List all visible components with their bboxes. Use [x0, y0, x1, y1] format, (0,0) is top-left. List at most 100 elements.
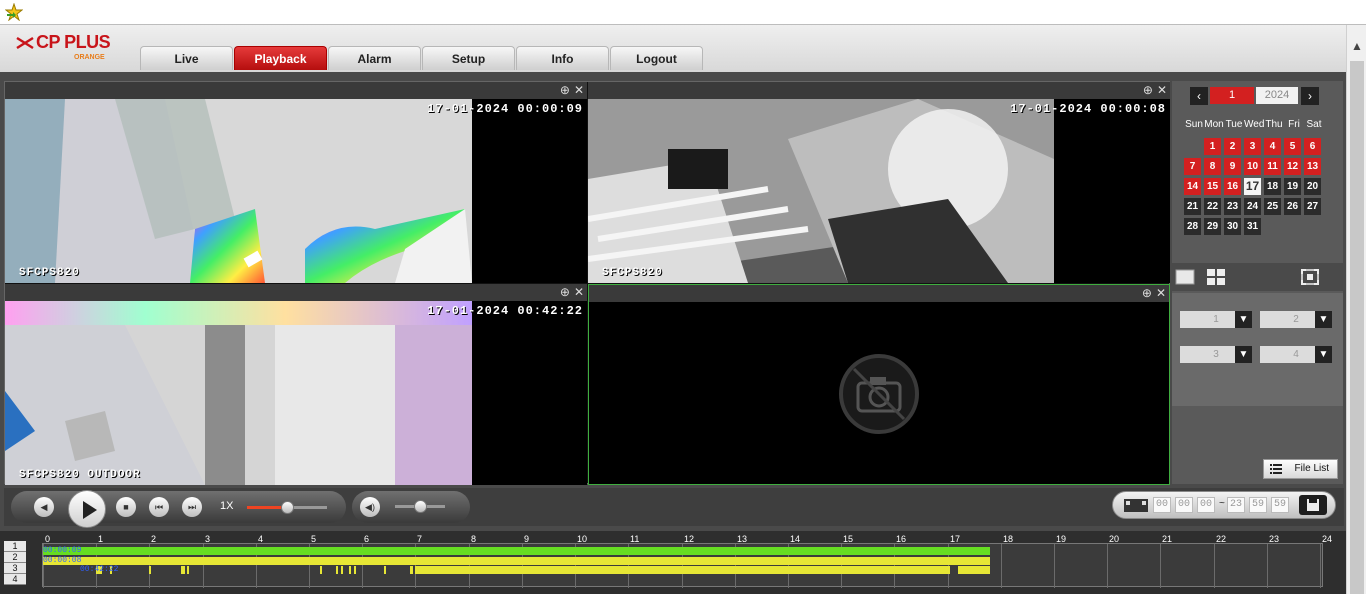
close-icon[interactable]: ✕: [574, 83, 584, 97]
tab-logout[interactable]: Logout: [610, 46, 703, 70]
timeline-track[interactable]: 00:00:09: [43, 547, 1324, 555]
zoom-icon[interactable]: ⊕: [560, 285, 570, 299]
stop-button[interactable]: ■: [116, 497, 136, 517]
calendar-day[interactable]: 24: [1244, 198, 1261, 215]
calendar-day[interactable]: 14: [1184, 178, 1201, 195]
next-frame-button[interactable]: ⏭: [182, 497, 202, 517]
calendar-day[interactable]: 29: [1204, 218, 1221, 235]
recording-segment[interactable]: [320, 566, 322, 574]
start-hour-field[interactable]: 00: [1153, 497, 1172, 513]
year-field[interactable]: 2024: [1256, 87, 1298, 104]
video-pane-3[interactable]: ⊕ ✕ 17-01-2024 00:42:22 SFCPS820 OUTDOOR: [5, 284, 587, 485]
zoom-icon[interactable]: ⊕: [1142, 286, 1152, 300]
calendar-day[interactable]: 23: [1224, 198, 1241, 215]
calendar-day[interactable]: 30: [1224, 218, 1241, 235]
close-icon[interactable]: ✕: [574, 285, 584, 299]
calendar-day[interactable]: 1: [1204, 138, 1221, 155]
fullscreen-icon[interactable]: [1300, 268, 1320, 286]
calendar-day[interactable]: 4: [1264, 138, 1281, 155]
end-hour-field[interactable]: 23: [1227, 497, 1246, 513]
recording-segment[interactable]: [43, 556, 990, 565]
page-scrollbar[interactable]: ▲: [1346, 25, 1366, 594]
single-view-icon[interactable]: [1175, 268, 1195, 286]
calendar-day[interactable]: 13: [1304, 158, 1321, 175]
calendar-day[interactable]: 18: [1264, 178, 1281, 195]
close-icon[interactable]: ✕: [1156, 286, 1166, 300]
calendar-day[interactable]: 15: [1204, 178, 1221, 195]
quad-view-icon[interactable]: [1206, 268, 1226, 286]
calendar-day[interactable]: 2: [1224, 138, 1241, 155]
chevron-down-icon[interactable]: ▼: [1315, 346, 1332, 363]
recording-segment[interactable]: [43, 547, 990, 555]
zoom-icon[interactable]: ⊕: [1143, 83, 1153, 97]
recording-segment[interactable]: [187, 566, 189, 574]
zoom-icon[interactable]: ⊕: [560, 83, 570, 97]
calendar-day[interactable]: 9: [1224, 158, 1241, 175]
recording-segment[interactable]: [415, 566, 950, 574]
channel-select-3[interactable]: 3 ▼: [1180, 346, 1252, 363]
scroll-up-icon[interactable]: ▲: [1350, 39, 1364, 53]
video-pane-4[interactable]: ⊕ ✕: [588, 284, 1170, 485]
tab-setup[interactable]: Setup: [422, 46, 515, 70]
calendar-day[interactable]: 27: [1304, 198, 1321, 215]
speed-slider-handle[interactable]: [281, 501, 294, 514]
timeline-track[interactable]: 00:42:22: [43, 566, 1324, 574]
chevron-down-icon[interactable]: ▼: [1235, 311, 1252, 328]
video-pane-2[interactable]: ⊕ ✕ 17-01-2024 00:00:08 SFCPS820: [588, 82, 1170, 283]
save-icon[interactable]: [1299, 495, 1327, 515]
calendar-day[interactable]: 3: [1244, 138, 1261, 155]
recording-segment[interactable]: [183, 566, 185, 574]
calendar-day[interactable]: 28: [1184, 218, 1201, 235]
tab-alarm[interactable]: Alarm: [328, 46, 421, 70]
clip-icon[interactable]: [1123, 496, 1149, 514]
prev-frame-button[interactable]: ⏮: [149, 497, 169, 517]
recording-segment[interactable]: [349, 566, 351, 574]
calendar-day[interactable]: 31: [1244, 218, 1261, 235]
channel-select-2[interactable]: 2 ▼: [1260, 311, 1332, 328]
calendar-day[interactable]: 16: [1224, 178, 1241, 195]
rewind-button[interactable]: ◀: [34, 497, 54, 517]
start-second-field[interactable]: 00: [1197, 497, 1216, 513]
volume-slider[interactable]: [395, 500, 445, 513]
timeline-track[interactable]: 00:00:08: [43, 556, 1324, 565]
close-icon[interactable]: ✕: [1157, 83, 1167, 97]
timeline-tracks[interactable]: 0 1 2 3 4 5 6 7 8 9 10 11 12 13 14 15 16 17 18 19 20 21 22 23 24…: [42, 534, 1332, 588]
calendar-day[interactable]: 5: [1284, 138, 1301, 155]
month-field[interactable]: 1: [1210, 87, 1254, 104]
timeline-track[interactable]: [43, 576, 1324, 584]
file-list-button[interactable]: File List: [1263, 459, 1338, 479]
calendar-day[interactable]: 7: [1184, 158, 1201, 175]
channel-select-4[interactable]: 4 ▼: [1260, 346, 1332, 363]
calendar-day[interactable]: 8: [1204, 158, 1221, 175]
video-pane-1[interactable]: ⊕ ✕ 17-01-2024 00:00:09 SFCPS820: [5, 82, 587, 283]
recording-segment[interactable]: [336, 566, 338, 574]
next-month-button[interactable]: ›: [1301, 87, 1319, 105]
tab-live[interactable]: Live: [140, 46, 233, 70]
calendar-day[interactable]: 25: [1264, 198, 1281, 215]
recording-segment[interactable]: [958, 566, 990, 574]
recording-segment[interactable]: [341, 566, 343, 574]
play-button[interactable]: [68, 490, 106, 528]
recording-segment[interactable]: [384, 566, 386, 574]
recording-segment[interactable]: [410, 566, 413, 574]
recording-segment[interactable]: [354, 566, 356, 574]
calendar-day[interactable]: 20: [1304, 178, 1321, 195]
calendar-day[interactable]: 22: [1204, 198, 1221, 215]
volume-slider-handle[interactable]: [414, 500, 427, 513]
recording-segment[interactable]: [149, 566, 151, 574]
end-minute-field[interactable]: 59: [1249, 497, 1268, 513]
calendar-day[interactable]: 11: [1264, 158, 1281, 175]
mute-button[interactable]: ◀): [360, 497, 380, 517]
calendar-day[interactable]: 6: [1304, 138, 1321, 155]
calendar-day[interactable]: 19: [1284, 178, 1301, 195]
calendar-day[interactable]: 10: [1244, 158, 1261, 175]
tab-playback[interactable]: Playback: [234, 46, 327, 70]
channel-select-1[interactable]: 1 ▼: [1180, 311, 1252, 328]
calendar-day[interactable]: 21: [1184, 198, 1201, 215]
calendar-day[interactable]: 17: [1244, 178, 1261, 195]
tab-info[interactable]: Info: [516, 46, 609, 70]
end-second-field[interactable]: 59: [1271, 497, 1290, 513]
favorites-star-icon[interactable]: [5, 3, 23, 21]
chevron-down-icon[interactable]: ▼: [1235, 346, 1252, 363]
prev-month-button[interactable]: ‹: [1190, 87, 1208, 105]
